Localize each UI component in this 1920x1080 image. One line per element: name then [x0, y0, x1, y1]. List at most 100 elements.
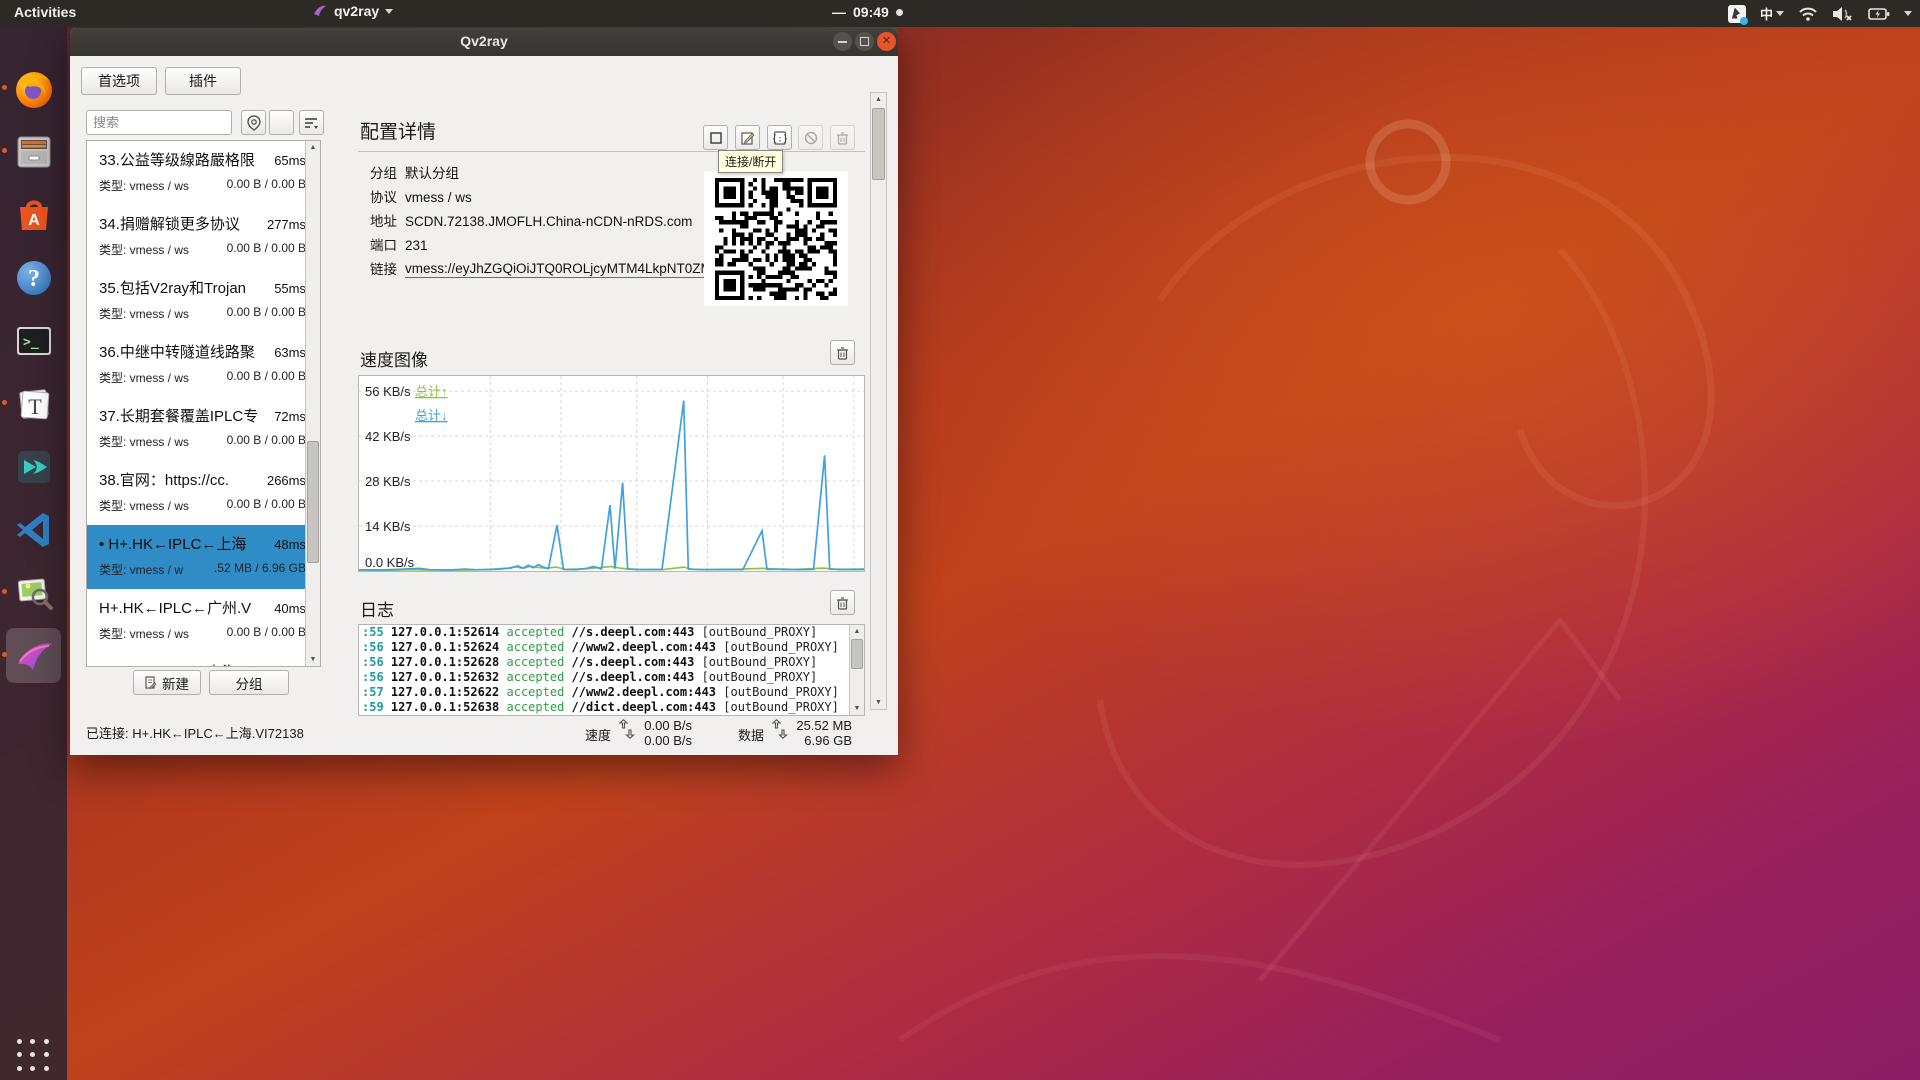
running-indicator	[2, 400, 7, 405]
server-list-item[interactable]: 34.捐赠解锁更多协议277ms类型: vmess / ws0.00 B / 0…	[87, 205, 320, 269]
scroll-up-arrow[interactable]: ▲	[850, 625, 864, 638]
clock-time: 09:49	[853, 4, 889, 20]
log-lines: :55 127.0.0.1:52614 accepted //s.deepl.c…	[359, 625, 864, 715]
server-ping: 277ms	[267, 217, 306, 232]
dock-item-qv2ray[interactable]	[6, 628, 61, 683]
minimize-button[interactable]	[833, 32, 852, 51]
log-title: 日志	[360, 596, 394, 621]
window-title: Qv2ray	[70, 33, 898, 49]
data-up-value: 25.52 MB	[770, 718, 852, 733]
group-button[interactable]: 分组	[209, 670, 289, 695]
plugins-button[interactable]: 插件	[165, 67, 241, 95]
top-bar: Activities qv2ray — 09:49 中	[0, 0, 1920, 27]
clear-graph-button[interactable]	[830, 340, 855, 365]
connect-disconnect-button[interactable]	[703, 125, 728, 150]
server-list-scrollbar[interactable]: ▲ ▼	[305, 141, 320, 666]
app-menu[interactable]: qv2ray	[312, 3, 393, 19]
dock-item-terminal[interactable]: >_	[6, 313, 61, 368]
log-scrollbar[interactable]: ▲ ▼	[849, 625, 864, 715]
scrollbar-thumb[interactable]	[872, 108, 885, 180]
battery-icon[interactable]	[1868, 7, 1890, 21]
legend-总计↑[interactable]: 总计↑	[415, 384, 448, 399]
volume-muted-icon[interactable]	[1832, 6, 1854, 22]
scroll-down-arrow[interactable]: ▼	[850, 702, 864, 715]
speed-stat-label: 速度	[585, 725, 611, 744]
dock-item-ubuntu-software[interactable]: A	[6, 187, 61, 242]
dock-item-firefox[interactable]	[6, 61, 61, 116]
scrollbar-thumb[interactable]	[307, 441, 319, 563]
server-type: 类型: vmess / ws	[99, 497, 189, 514]
dock-item-help[interactable]: ?	[6, 250, 61, 305]
series-总计↓	[359, 401, 864, 570]
detail-label: 分组	[370, 162, 397, 182]
blank-tool-button[interactable]	[269, 110, 294, 135]
running-indicator	[2, 148, 7, 153]
server-list-item[interactable]: • H+.HK←IPLC←上海48ms类型: vmess / w.52 MB /…	[87, 525, 320, 589]
detail-value[interactable]: vmess://eyJhZGQiOiJTQ0ROLjcyMTM4LkpNT0ZM…	[405, 261, 705, 278]
running-indicator	[2, 589, 7, 594]
sort-button[interactable]	[299, 110, 324, 135]
scroll-down-arrow[interactable]: ▼	[306, 653, 320, 666]
latency-test-button[interactable]	[798, 125, 823, 150]
preferences-button[interactable]: 首选项	[81, 67, 157, 95]
dock-item-file-cabinet[interactable]	[6, 124, 61, 179]
app-menu-label: qv2ray	[334, 3, 379, 19]
scrollbar-thumb[interactable]	[851, 639, 863, 669]
json-braces-icon: {:}	[773, 131, 787, 145]
server-list-item[interactable]: 38.官网：https://cc.266ms类型: vmess / ws0.00…	[87, 461, 320, 525]
server-list-item[interactable]: H+.HK←IPLC←广州.V40ms类型: vmess / ws0.00 B …	[87, 589, 320, 653]
server-data: 0.00 B / 0.00 B	[227, 177, 306, 194]
detail-value: vmess / ws	[405, 190, 472, 205]
activities-button[interactable]: Activities	[14, 4, 76, 20]
edit-pencil-icon	[741, 131, 755, 145]
log-line: :56 127.0.0.1:52624 accepted //www2.deep…	[359, 640, 864, 655]
svg-text:{:}: {:}	[773, 134, 787, 144]
log-panel[interactable]: :55 127.0.0.1:52614 accepted //s.deepl.c…	[358, 624, 865, 716]
preferences-label: 首选项	[98, 71, 140, 91]
new-config-button[interactable]: 新建	[133, 670, 201, 695]
server-list-item[interactable]: 33.公益等级線路嚴格限65ms类型: vmess / ws0.00 B / 0…	[87, 141, 320, 205]
scroll-up-arrow[interactable]: ▲	[306, 141, 320, 154]
input-method-indicator[interactable]: 中	[1760, 4, 1784, 23]
speed-chart: 56 KB/s42 KB/s28 KB/s14 KB/s0.0 KB/s总计↑总…	[358, 375, 865, 572]
desktop: Activities qv2ray — 09:49 中	[0, 0, 1920, 1080]
clock[interactable]: — 09:49	[832, 4, 903, 20]
y-tick: 0.0 KB/s	[365, 555, 415, 570]
circle-slash-icon	[804, 131, 818, 145]
edit-json-button[interactable]: {:}	[767, 125, 792, 150]
maximize-button[interactable]	[855, 32, 874, 51]
detail-row-协议: 协议vmess / ws	[370, 186, 472, 206]
detail-row-端口: 端口231	[370, 234, 428, 254]
y-tick: 14 KB/s	[365, 519, 411, 534]
scroll-down-arrow[interactable]: ▼	[871, 696, 886, 709]
server-data: 0.00 B / 0.00 B	[227, 625, 306, 642]
search-input[interactable]	[86, 110, 232, 135]
wifi-icon[interactable]	[1798, 6, 1818, 22]
scroll-up-arrow[interactable]: ▲	[871, 93, 886, 106]
server-list-item[interactable]: H+.HK←IPLC←上海.V	[87, 653, 320, 667]
clear-log-button[interactable]	[830, 590, 855, 615]
server-list-item[interactable]: 37.长期套餐覆盖IPLC专72ms类型: vmess / ws0.00 B /…	[87, 397, 320, 461]
dock-item-teal-arrow-app[interactable]	[6, 439, 61, 494]
server-type: 类型: vmess / ws	[99, 305, 189, 322]
locate-current-button[interactable]	[241, 110, 266, 135]
server-type: 类型: vmess / w	[99, 561, 183, 578]
show-applications-button[interactable]	[17, 1039, 51, 1073]
stop-square-icon	[710, 132, 722, 144]
close-button[interactable]: ✕	[877, 32, 896, 51]
server-list-item[interactable]: 35.包括V2ray和Trojan55ms类型: vmess / ws0.00 …	[87, 269, 320, 333]
dock-item-vscode[interactable]	[6, 502, 61, 557]
server-data: 0.00 B / 0.00 B	[227, 241, 306, 258]
window-titlebar[interactable]: Qv2ray ✕	[70, 28, 898, 56]
app-indicator-icon[interactable]	[1728, 5, 1746, 23]
new-document-icon	[145, 676, 157, 689]
legend-总计↓[interactable]: 总计↓	[415, 408, 448, 423]
svg-text:?: ?	[28, 266, 40, 292]
delete-config-button[interactable]	[830, 125, 855, 150]
dock-item-text-editor[interactable]: T	[6, 376, 61, 431]
dock-item-screenshot-tool[interactable]	[6, 565, 61, 620]
main-scrollbar[interactable]: ▲ ▼	[870, 92, 887, 710]
vscode-icon	[13, 509, 55, 551]
server-list-item[interactable]: 36.中继中转隧道线路聚63ms类型: vmess / ws0.00 B / 0…	[87, 333, 320, 397]
edit-config-button[interactable]	[735, 125, 760, 150]
